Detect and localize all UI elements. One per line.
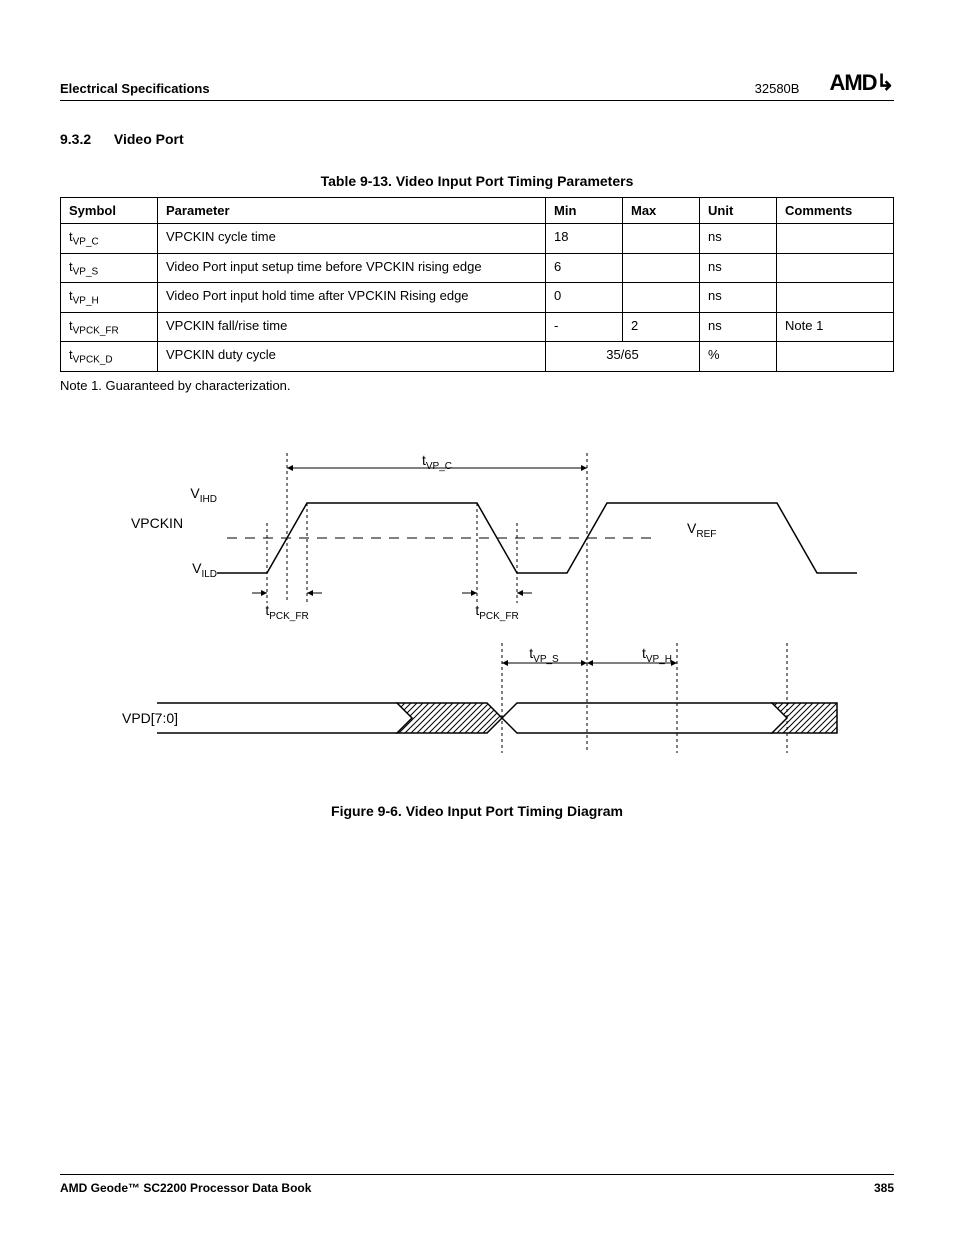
figure-area: VPCKIN VIHD VILD VREF tVP_C tPCK_FR tPCK <box>60 453 894 773</box>
cell-comments <box>777 283 894 313</box>
label-tvp-s: tVP_S <box>529 645 559 665</box>
doc-code: 32580B <box>755 81 800 96</box>
th-symbol: Symbol <box>61 198 158 224</box>
th-unit: Unit <box>700 198 777 224</box>
cell-parameter: Video Port input setup time before VPCKI… <box>158 253 546 283</box>
cell-min: 0 <box>546 283 623 313</box>
table-note: Note 1. Guaranteed by characterization. <box>60 378 894 393</box>
label-tvp-c: tVP_C <box>422 453 452 472</box>
cell-unit: ns <box>700 224 777 254</box>
th-min: Min <box>546 198 623 224</box>
label-vild: VILD <box>192 560 217 580</box>
footer-page-number: 385 <box>874 1181 894 1195</box>
table-caption: Table 9-13. Video Input Port Timing Para… <box>60 173 894 189</box>
cell-symbol: tVPCK_D <box>61 342 158 372</box>
cell-parameter: VPCKIN duty cycle <box>158 342 546 372</box>
section-title: Video Port <box>114 131 184 147</box>
label-vpckin: VPCKIN <box>131 515 183 531</box>
cell-max <box>623 224 700 254</box>
label-tvp-h: tVP_H <box>642 645 672 665</box>
footer-book-title: AMD Geode™ SC2200 Processor Data Book <box>60 1181 311 1195</box>
th-parameter: Parameter <box>158 198 546 224</box>
label-vihd: VIHD <box>190 485 217 505</box>
cell-max <box>623 283 700 313</box>
figure-caption: Figure 9-6. Video Input Port Timing Diag… <box>60 803 894 819</box>
table-header-row: Symbol Parameter Min Max Unit Comments <box>61 198 894 224</box>
cell-unit: % <box>700 342 777 372</box>
cell-min: - <box>546 312 623 342</box>
cell-max <box>623 253 700 283</box>
label-vref: VREF <box>687 520 716 540</box>
table-row: tVP_HVideo Port input hold time after VP… <box>61 283 894 313</box>
th-comments: Comments <box>777 198 894 224</box>
cell-comments: Note 1 <box>777 312 894 342</box>
table-row: tVPCK_DVPCKIN duty cycle35/65% <box>61 342 894 372</box>
table-row: tVP_CVPCKIN cycle time18 ns <box>61 224 894 254</box>
cell-comments <box>777 224 894 254</box>
cell-symbol: tVP_H <box>61 283 158 313</box>
cell-unit: ns <box>700 312 777 342</box>
cell-parameter: VPCKIN cycle time <box>158 224 546 254</box>
cell-unit: ns <box>700 283 777 313</box>
cell-symbol: tVP_S <box>61 253 158 283</box>
cell-max: 2 <box>623 312 700 342</box>
header-right: 32580B AMD↲ <box>755 70 894 96</box>
table-row: tVP_SVideo Port input setup time before … <box>61 253 894 283</box>
cell-symbol: tVP_C <box>61 224 158 254</box>
cell-comments <box>777 253 894 283</box>
section-heading: 9.3.2 Video Port <box>60 131 894 147</box>
cell-comments <box>777 342 894 372</box>
th-max: Max <box>623 198 700 224</box>
label-tpck-fr-1: tPCK_FR <box>265 602 308 622</box>
amd-logo: AMD↲ <box>829 70 894 96</box>
section-number: 9.3.2 <box>60 131 110 147</box>
page-footer: AMD Geode™ SC2200 Processor Data Book 38… <box>60 1174 894 1195</box>
timing-table: Symbol Parameter Min Max Unit Comments t… <box>60 197 894 372</box>
label-tpck-fr-2: tPCK_FR <box>475 602 518 622</box>
cell-min: 18 <box>546 224 623 254</box>
header-section-title: Electrical Specifications <box>60 81 210 96</box>
cell-min: 6 <box>546 253 623 283</box>
cell-unit: ns <box>700 253 777 283</box>
cell-parameter: VPCKIN fall/rise time <box>158 312 546 342</box>
cell-parameter: Video Port input hold time after VPCKIN … <box>158 283 546 313</box>
cell-symbol: tVPCK_FR <box>61 312 158 342</box>
label-vpd: VPD[7:0] <box>122 710 178 726</box>
page-header: Electrical Specifications 32580B AMD↲ <box>60 70 894 101</box>
table-row: tVPCK_FRVPCKIN fall/rise time-2nsNote 1 <box>61 312 894 342</box>
cell-min-max-merged: 35/65 <box>546 342 700 372</box>
timing-diagram: VPCKIN VIHD VILD VREF tVP_C tPCK_FR tPCK <box>97 453 857 773</box>
page: Electrical Specifications 32580B AMD↲ 9.… <box>0 0 954 1235</box>
